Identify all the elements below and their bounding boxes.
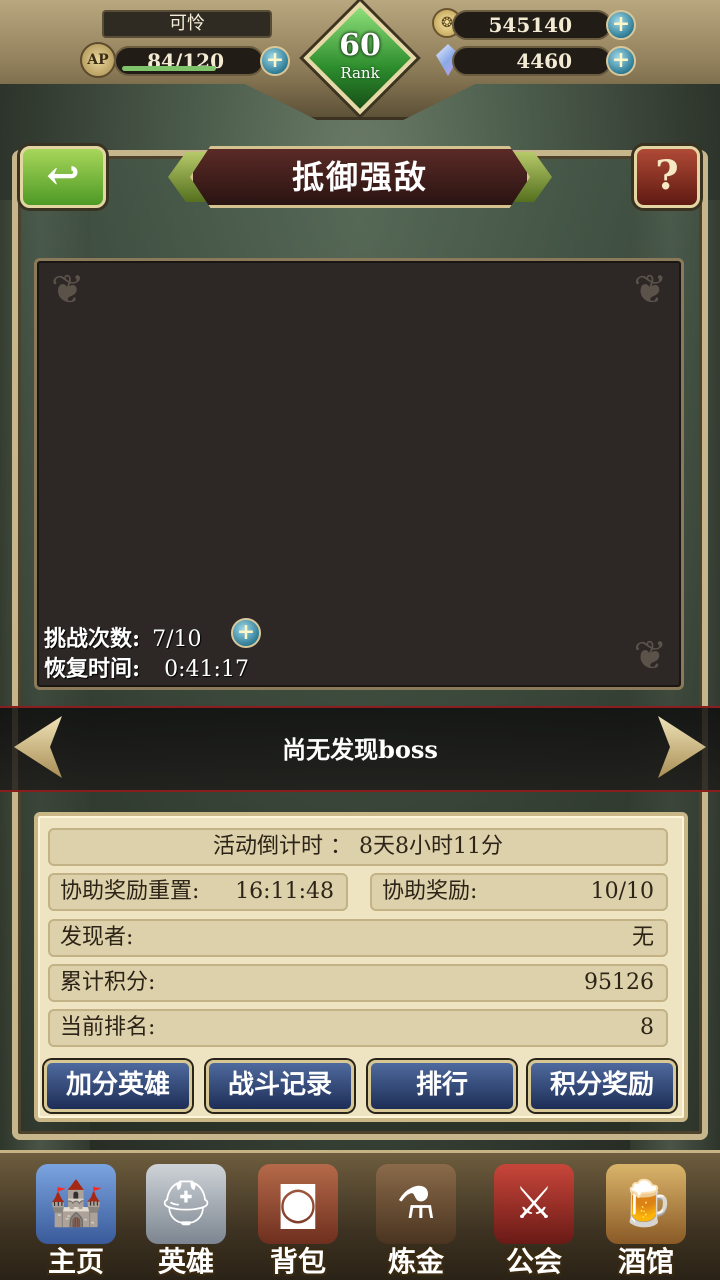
- battle-log-button[interactable]: 战斗记录: [206, 1060, 354, 1112]
- points-value: 95126: [584, 970, 654, 995]
- bag-icon: ◙: [258, 1164, 338, 1244]
- corner-ornament-icon: ❦: [633, 633, 667, 679]
- assist-reward-value: 10/10: [590, 879, 654, 904]
- nav-bag[interactable]: ◙ 背包: [242, 1160, 354, 1278]
- ranking-button[interactable]: 排行: [368, 1060, 516, 1112]
- boss-status-text: 尚无发现boss: [282, 735, 438, 764]
- corner-ornament-icon: ❦: [633, 267, 667, 313]
- recover-time-label: 恢复时间:: [44, 656, 141, 682]
- tavern-icon: 🍺: [606, 1164, 686, 1244]
- add-gold-button[interactable]: +: [606, 10, 636, 40]
- add-ap-button[interactable]: +: [260, 46, 290, 76]
- rank-value: 60: [339, 28, 381, 63]
- crest-icon: ⚔: [494, 1164, 574, 1244]
- point-rewards-button[interactable]: 积分奖励: [528, 1060, 676, 1112]
- back-arrow-icon: ↩: [46, 152, 80, 199]
- add-gem-button[interactable]: +: [606, 46, 636, 76]
- challenge-count-label: 挑战次数:: [44, 626, 141, 652]
- gem-value: 4460: [516, 49, 572, 73]
- points-label: 累计积分:: [60, 970, 156, 995]
- assist-reset-row: 协助奖励重置: 16:11:48: [48, 873, 348, 911]
- finder-label: 发现者:: [60, 925, 134, 950]
- castle-icon: 🏰: [36, 1164, 116, 1244]
- nav-heroes-label: 英雄: [157, 1245, 214, 1278]
- nav-home[interactable]: 🏰 主页: [20, 1160, 132, 1278]
- finder-value: 无: [631, 925, 654, 950]
- assist-reset-value: 16:11:48: [235, 879, 334, 904]
- knight-icon: ⛑: [146, 1164, 226, 1244]
- current-rank-row: 当前排名: 8: [48, 1009, 668, 1047]
- ap-fill: [122, 66, 216, 71]
- nav-heroes[interactable]: ⛑ 英雄: [130, 1160, 242, 1278]
- assist-reward-row: 协助奖励: 10/10: [370, 873, 668, 911]
- rank-label: Rank: [340, 64, 380, 82]
- nav-tavern-label: 酒馆: [617, 1245, 674, 1278]
- event-countdown: 活动倒计时 ： 8天8小时11分: [48, 828, 668, 866]
- assist-reset-label: 协助奖励重置:: [60, 879, 200, 904]
- current-rank-label: 当前排名:: [60, 1015, 156, 1040]
- back-button[interactable]: ↩: [20, 146, 106, 208]
- points-row: 累计积分: 95126: [48, 964, 668, 1002]
- gem-bar: 4460: [452, 46, 612, 76]
- nav-guild[interactable]: ⚔ 公会: [478, 1160, 590, 1278]
- nav-bag-label: 背包: [269, 1245, 326, 1278]
- page-title: 抵御强敌: [291, 158, 428, 196]
- player-name: 可怜: [102, 10, 272, 38]
- nav-alchemy-label: 炼金: [387, 1245, 444, 1278]
- bonus-heroes-button[interactable]: 加分英雄: [44, 1060, 192, 1112]
- nav-tavern[interactable]: 🍺 酒馆: [590, 1160, 702, 1278]
- finder-row: 发现者: 无: [48, 919, 668, 957]
- gold-bar: 545140: [452, 10, 612, 40]
- nav-home-label: 主页: [47, 1245, 104, 1278]
- help-button[interactable]: ?: [634, 146, 700, 208]
- current-rank-value: 8: [640, 1015, 654, 1040]
- gold-value: 545140: [488, 13, 573, 37]
- nav-alchemy[interactable]: ⚗ 炼金: [360, 1160, 472, 1278]
- recover-time-value: 0:41:17: [164, 657, 249, 682]
- challenge-count: 挑战次数: 7/10: [44, 621, 202, 653]
- nav-guild-label: 公会: [505, 1245, 562, 1278]
- corner-ornament-icon: ❦: [51, 267, 85, 313]
- challenge-count-value: 7/10: [152, 627, 202, 652]
- assist-reward-label: 协助奖励:: [382, 879, 478, 904]
- recover-time: 恢复时间: 0:41:17: [44, 651, 249, 683]
- question-mark-icon: ?: [655, 152, 679, 199]
- potion-icon: ⚗: [376, 1164, 456, 1244]
- ap-bar: 84/120: [114, 46, 264, 76]
- ap-icon: AP: [80, 42, 116, 78]
- rank-badge: 60 Rank: [303, 1, 417, 118]
- add-challenge-button[interactable]: +: [231, 618, 261, 648]
